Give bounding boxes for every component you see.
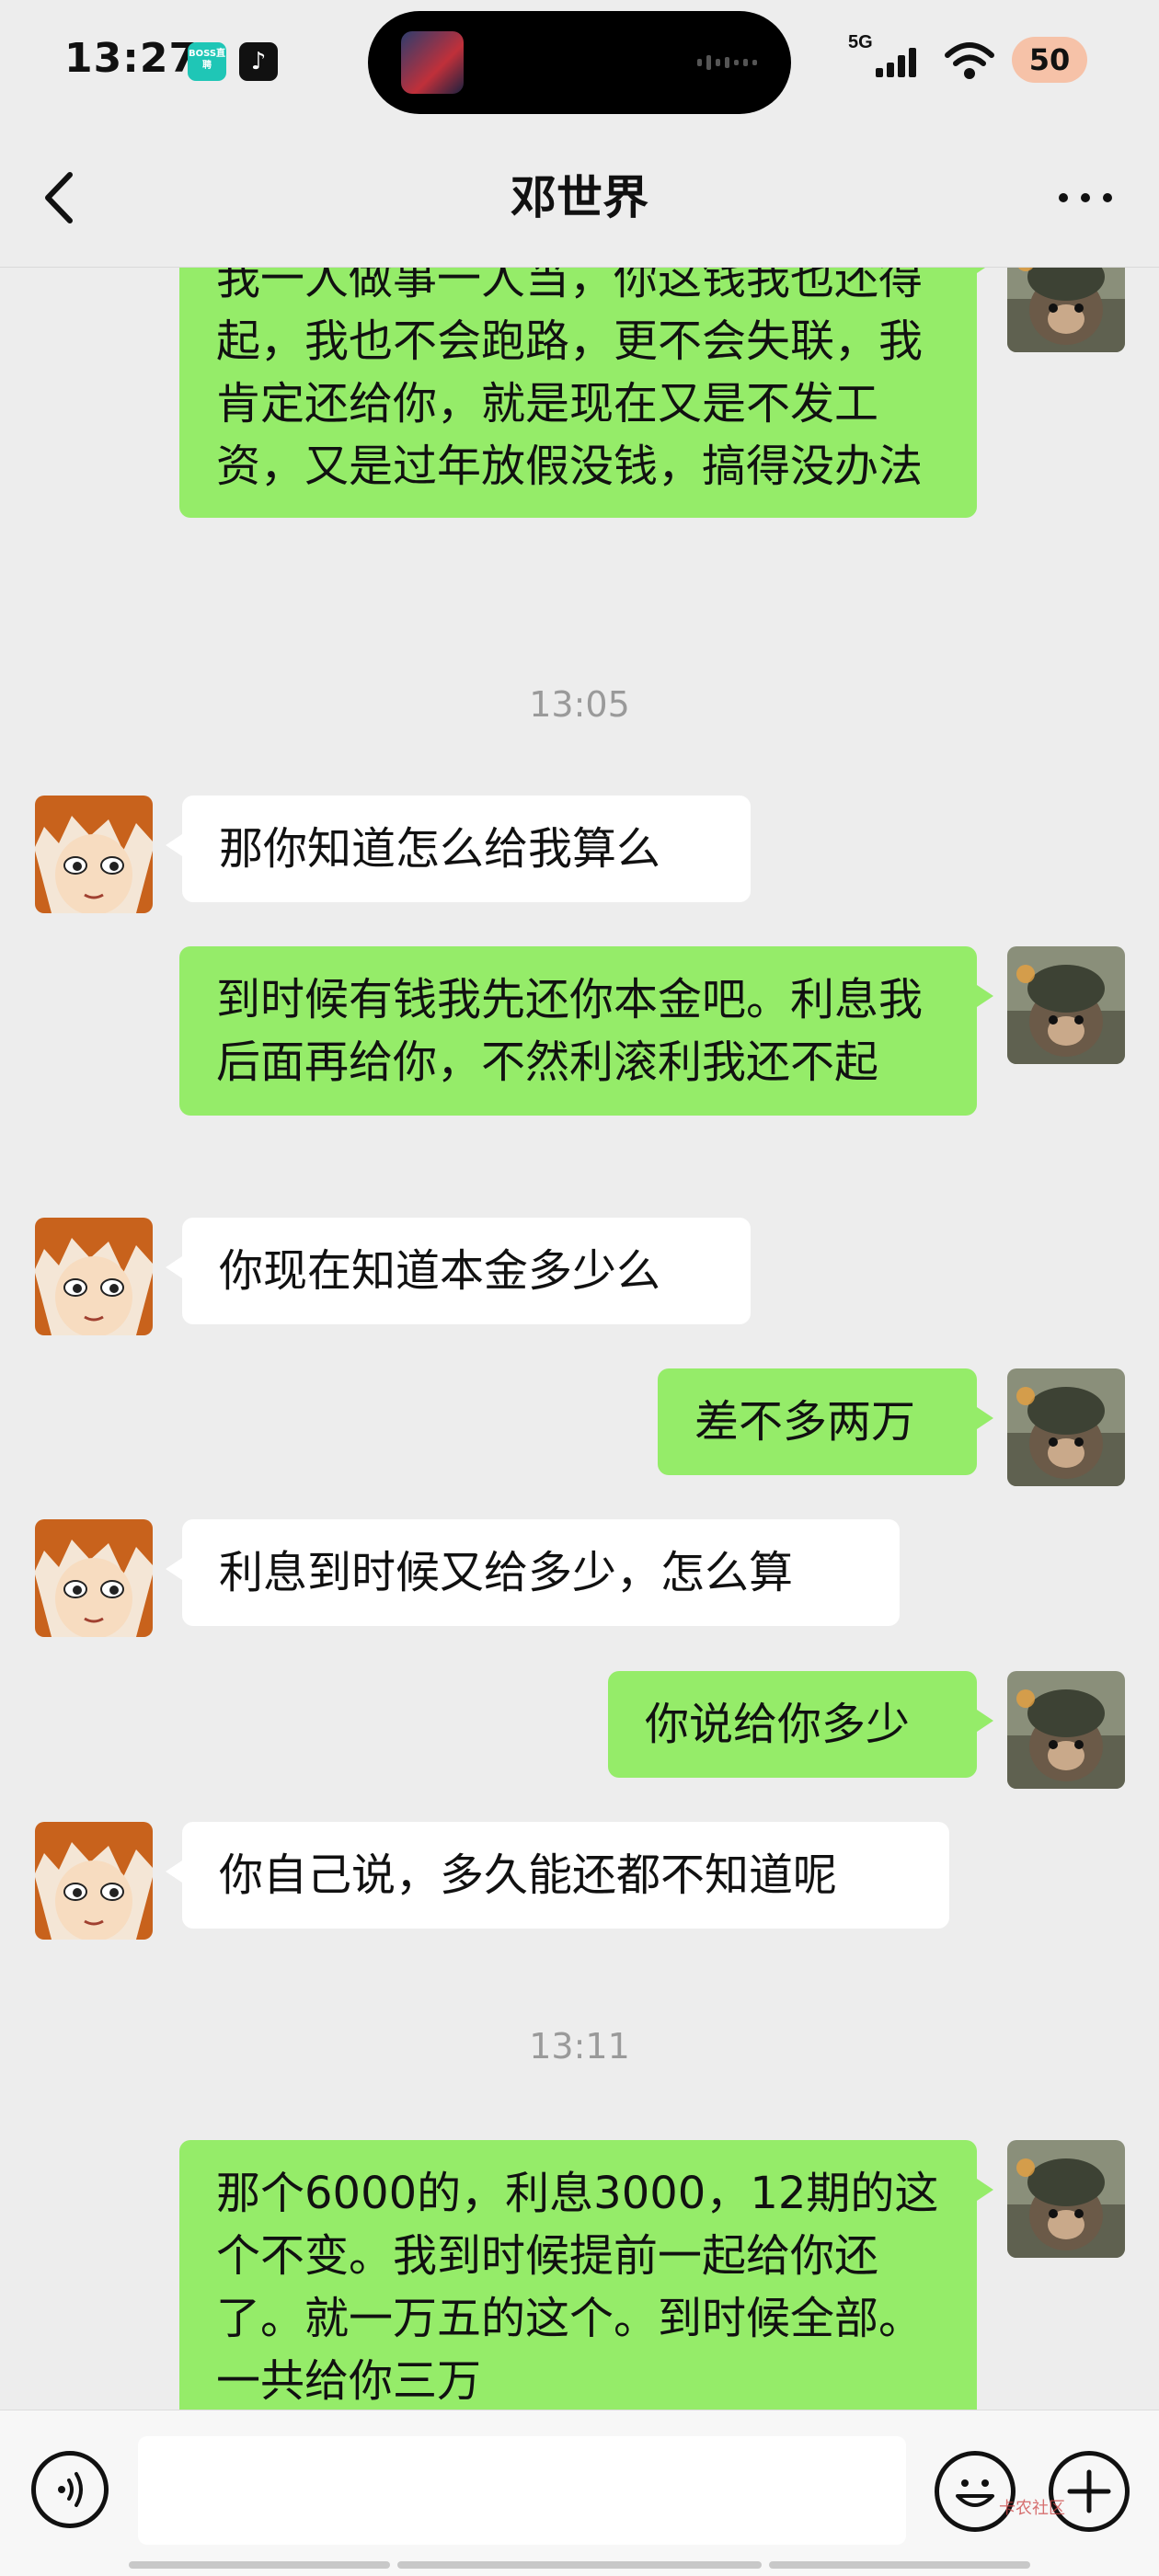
contact-avatar[interactable] (35, 1218, 153, 1335)
emoji-button[interactable] (935, 2451, 1016, 2532)
chat-header: 邓世界 (0, 129, 1159, 268)
home-indicator-segment (769, 2561, 1030, 2569)
contact-message-bubble[interactable]: 你自己说，多久能还都不知道呢 (166, 1822, 949, 1929)
boss-app-icon: BOSS直聘 (188, 42, 226, 81)
audio-wave-icon (697, 55, 757, 70)
my-message-bubble[interactable]: 到时候有钱我先还你本金吧。利息我后面再给你，不然利滚利我还不起 (179, 946, 993, 1116)
contact-message-bubble[interactable]: 利息到时候又给多少，怎么算 (166, 1519, 900, 1626)
my-avatar[interactable] (1007, 2140, 1125, 2258)
status-time: 13:27 (64, 35, 199, 82)
more-options-icon[interactable] (1049, 175, 1122, 221)
input-bar: 卡农社区 (0, 2410, 1159, 2576)
contact-avatar[interactable] (35, 1519, 153, 1637)
contact-message-bubble[interactable]: 你现在知道本金多少么 (166, 1218, 751, 1324)
my-message-bubble[interactable]: 差不多两万 (658, 1368, 993, 1475)
timestamp: 13:11 (529, 2026, 630, 2067)
home-indicator-segment (397, 2561, 762, 2569)
status-bar: 13:27 BOSS直聘 ♪ 5G 50 (0, 0, 1159, 129)
cellular-signal-icon: 5G (846, 28, 929, 86)
home-indicator-segment (129, 2561, 390, 2569)
contact-name: 邓世界 (511, 171, 648, 224)
message-input[interactable] (138, 2436, 906, 2545)
more-actions-button[interactable] (1049, 2451, 1130, 2532)
voice-wave-icon (58, 2472, 83, 2507)
network-type: 5G (848, 32, 873, 52)
my-message-bubble[interactable]: 那个6000的，利息3000，12期的这个不变。我到时候提前一起给你还了。就一万… (179, 2140, 993, 2410)
contact-message-bubble[interactable]: 那你知道怎么给我算么 (166, 796, 751, 902)
my-avatar[interactable] (1007, 268, 1125, 352)
tiktok-app-icon: ♪ (239, 42, 278, 81)
my-avatar[interactable] (1007, 1368, 1125, 1486)
contact-avatar[interactable] (35, 796, 153, 913)
timestamp: 13:05 (529, 684, 630, 725)
my-avatar[interactable] (1007, 946, 1125, 1064)
contact-avatar[interactable] (35, 1822, 153, 1940)
wifi-icon (945, 42, 994, 79)
dynamic-island[interactable] (368, 11, 791, 114)
my-message-bubble[interactable]: 我一人做事一人当，你这钱我也还得起，我也不会跑路，更不会失联，我肯定还给你，就是… (179, 268, 993, 518)
battery-indicator: 50 (1012, 37, 1087, 83)
voice-input-button[interactable] (31, 2451, 109, 2528)
forum-watermark: 卡农社区 (999, 2499, 1065, 2518)
my-avatar[interactable] (1007, 1671, 1125, 1789)
message-list[interactable]: 我一人做事一人当，你这钱我也还得起，我也不会跑路，更不会失联，我肯定还给你，就是… (0, 268, 1159, 2410)
my-message-bubble[interactable]: 你说给你多少 (608, 1671, 993, 1778)
now-playing-artwork (401, 31, 464, 94)
